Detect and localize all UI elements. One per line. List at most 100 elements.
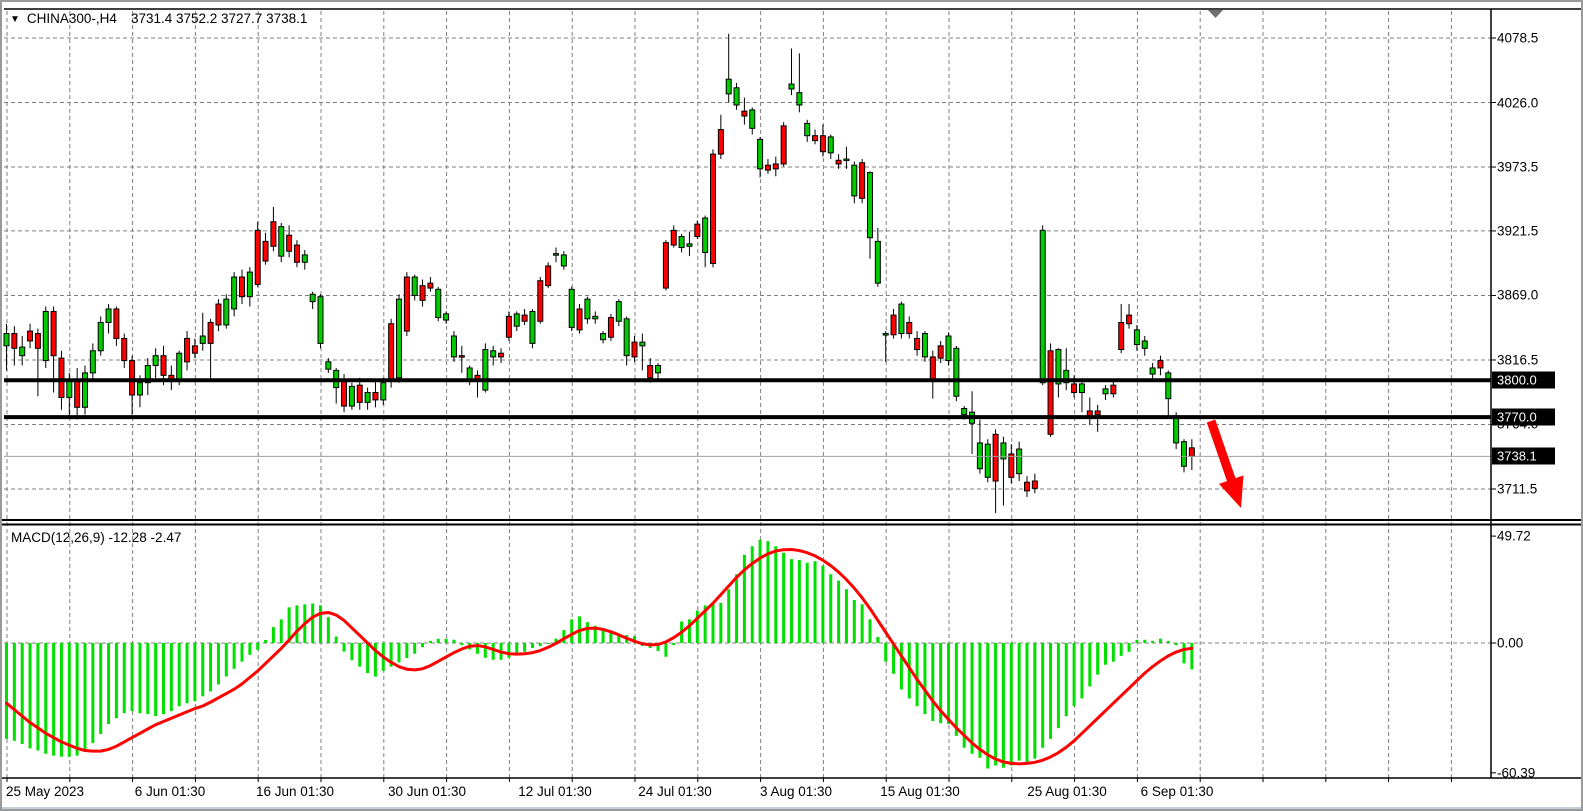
- bear-candle: [1009, 454, 1014, 477]
- chart-shift-marker-icon[interactable]: [1208, 10, 1223, 18]
- pane-separator[interactable]: [2, 524, 1583, 526]
- price-axis-label: 4078.5: [1497, 31, 1538, 46]
- bear-candle: [192, 346, 197, 353]
- bear-candle: [1032, 481, 1037, 488]
- bear-candle: [938, 346, 943, 358]
- time-axis-label: 25 May 2023: [6, 784, 84, 799]
- bear-candle: [930, 357, 935, 379]
- bear-candle: [459, 356, 464, 358]
- bear-candle: [373, 393, 378, 400]
- bull-candle: [561, 255, 566, 266]
- bull-candle: [43, 311, 48, 360]
- price-axis-label: 3816.5: [1497, 352, 1538, 367]
- bear-candle: [915, 338, 920, 349]
- macd-signal-line: [7, 549, 1192, 763]
- bear-candle: [240, 277, 245, 297]
- bull-candle: [1150, 368, 1155, 374]
- bear-candle: [813, 136, 818, 141]
- bear-candle: [781, 126, 786, 164]
- bear-candle: [860, 163, 865, 199]
- price-axis-label: 3869.0: [1497, 288, 1538, 303]
- price-label-box: 3800.0: [1492, 372, 1555, 389]
- bear-candle: [695, 224, 700, 236]
- chart-header: ▼CHINA300-,H43731.4 3752.2 3727.7 3738.1: [10, 11, 307, 26]
- bear-candle: [742, 111, 747, 116]
- bull-candle: [601, 334, 606, 340]
- bull-candle: [687, 244, 692, 246]
- bear-candle: [648, 366, 653, 378]
- pane-separator[interactable]: [2, 519, 1583, 521]
- bear-candle: [506, 316, 511, 337]
- bear-candle: [208, 322, 213, 343]
- time-axis-label: 12 Jul 01:30: [518, 784, 592, 799]
- bear-candle: [632, 342, 637, 357]
- bear-candle: [993, 434, 998, 481]
- bear-candle: [1072, 384, 1077, 393]
- bull-candle: [750, 110, 755, 128]
- bull-candle: [883, 334, 888, 336]
- bear-candle: [122, 338, 127, 360]
- macd-axis-label: 0.00: [1497, 636, 1523, 651]
- bull-candle: [200, 336, 205, 343]
- bull-candle: [656, 366, 661, 373]
- time-axis-label: 16 Jun 01:30: [256, 784, 334, 799]
- bear-candle: [538, 281, 543, 322]
- bear-candle: [820, 136, 825, 152]
- bear-candle: [1119, 322, 1124, 349]
- down-arrow-icon[interactable]: [1219, 475, 1244, 508]
- symbol-dropdown-icon[interactable]: ▼: [10, 14, 20, 25]
- bear-candle: [294, 245, 299, 262]
- bull-candle: [177, 353, 182, 380]
- bull-candle: [83, 373, 88, 407]
- ohlc-values: 3731.4 3752.2 3727.7 3738.1: [131, 11, 307, 26]
- bull-candle: [679, 236, 684, 247]
- bear-candle: [28, 331, 33, 341]
- bull-candle: [483, 350, 488, 391]
- bear-candle: [114, 309, 119, 338]
- bull-candle: [1079, 384, 1084, 393]
- bull-candle: [624, 319, 629, 356]
- bear-candle: [671, 230, 676, 245]
- bear-candle: [357, 385, 362, 402]
- bull-candle: [1040, 230, 1045, 382]
- bull-candle: [444, 314, 449, 320]
- bear-candle: [577, 309, 582, 330]
- bull-candle: [326, 362, 331, 369]
- bull-candle: [514, 314, 519, 326]
- bear-candle: [1048, 351, 1053, 435]
- bear-candle: [342, 380, 347, 406]
- trend-arrow-shaft[interactable]: [1211, 421, 1233, 485]
- bull-candle: [554, 254, 559, 256]
- time-axis-label: 24 Jul 01:30: [638, 784, 712, 799]
- bull-candle: [412, 277, 417, 295]
- bear-candle: [263, 241, 268, 261]
- bull-candle: [585, 299, 590, 319]
- bull-candle: [805, 123, 810, 135]
- price-axis-label: 3921.5: [1497, 223, 1538, 238]
- bull-candle: [593, 316, 598, 318]
- price-axis-label: 3973.5: [1497, 160, 1538, 175]
- bull-candle: [758, 139, 763, 168]
- bear-candle: [836, 160, 841, 164]
- bear-candle: [608, 318, 613, 338]
- bear-candle: [1158, 361, 1163, 368]
- bear-candle: [1189, 448, 1194, 456]
- bull-candle: [852, 165, 857, 196]
- bull-candle: [318, 297, 323, 344]
- bull-candle: [365, 393, 370, 403]
- bull-candle: [224, 299, 229, 325]
- bull-candle: [1166, 373, 1171, 399]
- bull-candle: [875, 241, 880, 283]
- bull-candle: [868, 173, 873, 238]
- bear-candle: [130, 361, 135, 395]
- bear-candle: [773, 164, 778, 169]
- bull-candle: [530, 311, 535, 343]
- bear-candle: [765, 165, 770, 170]
- bear-candle: [546, 266, 551, 286]
- price-axis-label: 3711.5: [1497, 482, 1537, 497]
- bull-candle: [1103, 389, 1108, 394]
- price-label-box: 3770.0: [1492, 409, 1555, 426]
- time-axis-label: 15 Aug 01:30: [880, 784, 960, 799]
- bull-candle: [1142, 341, 1147, 348]
- bear-candle: [1095, 411, 1100, 415]
